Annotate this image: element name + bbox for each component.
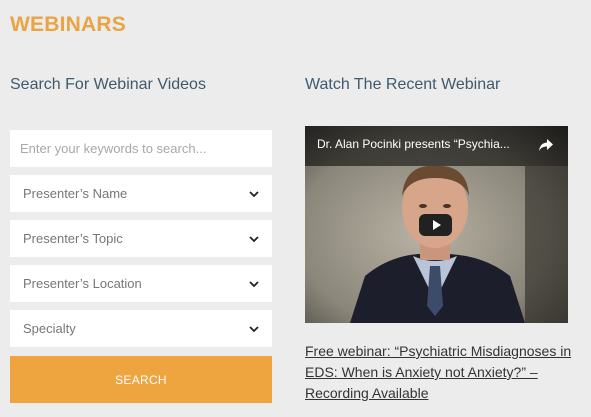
presenter-location-select[interactable]: Presenter’s Location: [10, 265, 272, 302]
specialty-select[interactable]: Specialty: [10, 310, 272, 347]
chevron-down-icon: [248, 278, 260, 290]
presenter-name-select[interactable]: Presenter’s Name: [10, 175, 272, 212]
video-title: Dr. Alan Pocinki presents “Psychia...: [317, 137, 510, 151]
select-label: Specialty: [23, 321, 76, 336]
play-icon: [432, 220, 441, 230]
video-player[interactable]: Dr. Alan Pocinki presents “Psychia...: [305, 126, 568, 323]
page-title: WEBINARS: [10, 13, 126, 36]
select-label: Presenter’s Location: [23, 276, 142, 291]
search-input[interactable]: [10, 130, 272, 167]
chevron-down-icon: [248, 233, 260, 245]
share-icon[interactable]: [538, 138, 554, 152]
search-button[interactable]: SEARCH: [10, 356, 272, 403]
select-label: Presenter’s Name: [23, 186, 128, 201]
play-button[interactable]: [419, 214, 452, 236]
presenter-topic-select[interactable]: Presenter’s Topic: [10, 220, 272, 257]
chevron-down-icon: [248, 323, 260, 335]
search-heading: Search For Webinar Videos: [10, 76, 206, 93]
select-label: Presenter’s Topic: [23, 231, 123, 246]
recent-webinar-link[interactable]: Free webinar: “Psychiatric Misdiagnoses …: [305, 341, 575, 404]
recent-webinar-heading: Watch The Recent Webinar: [305, 76, 501, 93]
chevron-down-icon: [248, 188, 260, 200]
